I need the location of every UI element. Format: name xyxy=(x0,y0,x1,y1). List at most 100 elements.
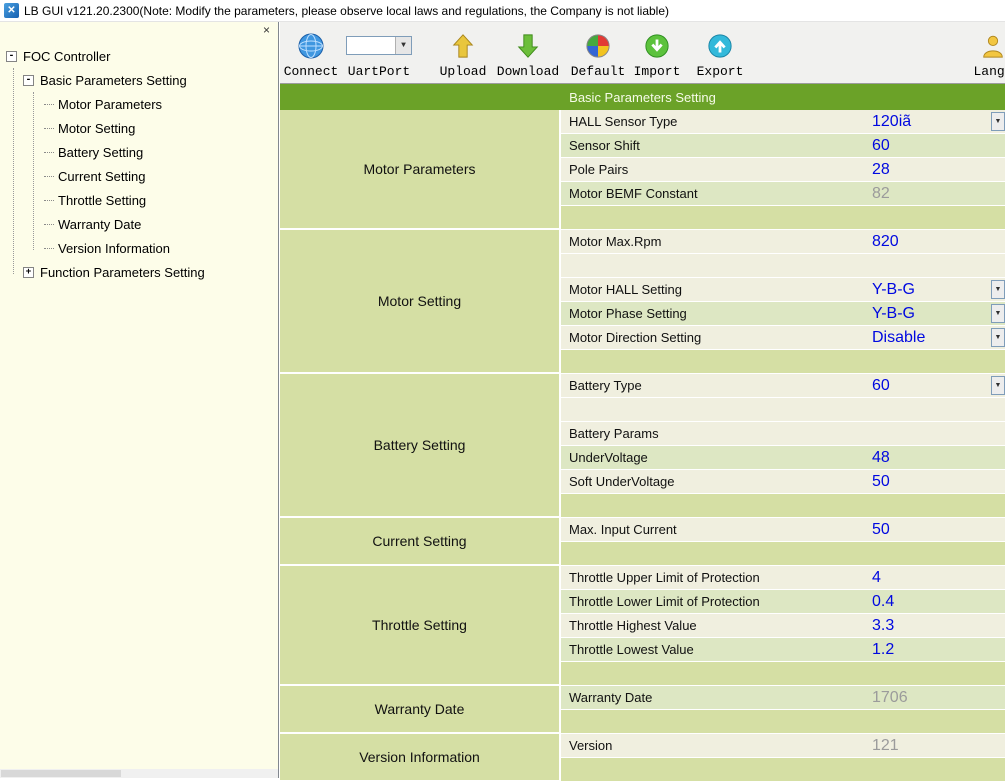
param-row-motor-direction-setting: Motor Direction Setting Disable ▼ xyxy=(561,326,1005,350)
connect-button[interactable]: Connect xyxy=(282,28,340,79)
dropdown-arrow-icon[interactable]: ▼ xyxy=(991,280,1005,299)
spacer-row xyxy=(561,758,1005,782)
export-label: Export xyxy=(697,64,744,79)
param-value[interactable]: Y-B-G xyxy=(872,278,915,301)
scrollbar-thumb[interactable] xyxy=(1,770,121,777)
spacer-row xyxy=(561,206,1005,230)
blank-row xyxy=(561,398,1005,422)
dropdown-arrow-icon[interactable]: ▼ xyxy=(991,304,1005,323)
param-value[interactable]: 60 xyxy=(872,134,890,157)
param-row-motor-hall-setting: Motor HALL Setting Y-B-G ▼ xyxy=(561,278,1005,302)
connect-icon xyxy=(297,28,325,64)
import-button[interactable]: Import xyxy=(628,28,686,79)
param-label: Battery Params xyxy=(569,426,659,441)
tree-item-battery-setting[interactable]: Battery Setting xyxy=(0,140,278,164)
tree-item-throttle-setting[interactable]: Throttle Setting xyxy=(0,188,278,212)
tree-item-function-parameters[interactable]: + Function Parameters Setting xyxy=(0,260,278,284)
export-button[interactable]: Export xyxy=(691,28,749,79)
default-button[interactable]: Default xyxy=(566,28,630,79)
download-button[interactable]: Download xyxy=(494,28,562,79)
tree-label: Throttle Setting xyxy=(58,193,146,208)
param-value[interactable]: 0.4 xyxy=(872,590,894,613)
param-value[interactable]: 820 xyxy=(872,230,899,253)
table-header: Basic Parameters Setting xyxy=(280,84,1005,110)
param-row-motor-max-rpm: Motor Max.Rpm 820 xyxy=(561,230,1005,254)
tree-item-foc-controller[interactable]: - FOC Controller xyxy=(0,44,278,68)
dropdown-arrow-icon[interactable]: ▼ xyxy=(991,328,1005,347)
tree-item-version-information[interactable]: Version Information xyxy=(0,236,278,260)
tree-item-warranty-date[interactable]: Warranty Date xyxy=(0,212,278,236)
spacer-row xyxy=(561,662,1005,686)
param-label: Version xyxy=(569,738,612,753)
param-label: Pole Pairs xyxy=(569,162,628,177)
section-throttle-setting: Throttle Setting Throttle Upper Limit of… xyxy=(280,566,1005,686)
collapse-icon[interactable]: - xyxy=(6,51,17,62)
export-icon xyxy=(707,28,733,64)
upload-label: Upload xyxy=(440,64,487,79)
param-row-throttle-lower-limit: Throttle Lower Limit of Protection 0.4 xyxy=(561,590,1005,614)
category-motor-setting: Motor Setting xyxy=(280,230,561,374)
param-value[interactable]: 48 xyxy=(872,446,890,469)
tree-branch-line xyxy=(44,224,54,225)
expand-icon[interactable]: + xyxy=(23,267,34,278)
param-value[interactable]: 4 xyxy=(872,566,881,589)
param-row-sensor-shift: Sensor Shift 60 xyxy=(561,134,1005,158)
tree-item-motor-parameters[interactable]: Motor Parameters xyxy=(0,92,278,116)
section-version-information: Version Information Version 121 xyxy=(280,734,1005,782)
sidebar-scrollbar[interactable] xyxy=(0,769,278,778)
upload-button[interactable]: Upload xyxy=(432,28,494,79)
tree-label: Version Information xyxy=(58,241,170,256)
tree: - FOC Controller - Basic Parameters Sett… xyxy=(0,40,278,284)
param-value[interactable]: Y-B-G xyxy=(872,302,915,325)
tree-item-motor-setting[interactable]: Motor Setting xyxy=(0,116,278,140)
param-label: Soft UnderVoltage xyxy=(569,474,675,489)
param-label: Throttle Highest Value xyxy=(569,618,697,633)
tree-item-basic-parameters[interactable]: - Basic Parameters Setting xyxy=(0,68,278,92)
tree-branch-line xyxy=(44,128,54,129)
tree-branch-line xyxy=(44,248,54,249)
category-battery-setting: Battery Setting xyxy=(280,374,561,518)
app-icon: ✕ xyxy=(4,3,19,18)
param-label: Motor BEMF Constant xyxy=(569,186,698,201)
param-label: Throttle Upper Limit of Protection xyxy=(569,570,760,585)
param-value[interactable]: 28 xyxy=(872,158,890,181)
dropdown-arrow-icon[interactable]: ▼ xyxy=(991,376,1005,395)
param-value-readonly: 82 xyxy=(872,182,890,205)
chevron-down-icon[interactable]: ▼ xyxy=(395,37,411,54)
titlebar: ✕ LB GUI v121.20.2300(Note: Modify the p… xyxy=(0,0,1005,22)
param-value[interactable]: 3.3 xyxy=(872,614,894,637)
tree-label: Basic Parameters Setting xyxy=(40,73,187,88)
category-warranty-date: Warranty Date xyxy=(280,686,561,734)
param-value[interactable]: 1.2 xyxy=(872,638,894,661)
tree-label: Function Parameters Setting xyxy=(40,265,205,280)
uartport-select[interactable]: ▼ xyxy=(346,36,412,55)
param-row-pole-pairs: Pole Pairs 28 xyxy=(561,158,1005,182)
download-label: Download xyxy=(497,64,559,79)
param-label: Motor Max.Rpm xyxy=(569,234,661,249)
category-throttle-setting: Throttle Setting xyxy=(280,566,561,686)
import-icon xyxy=(644,28,670,64)
tree-label: Battery Setting xyxy=(58,145,143,160)
tree-branch-line xyxy=(44,104,54,105)
category-current-setting: Current Setting xyxy=(280,518,561,566)
param-row-hall-sensor-type: HALL Sensor Type 120iã ▼ xyxy=(561,110,1005,134)
language-button[interactable]: Langu xyxy=(964,28,1005,79)
tree-branch-line xyxy=(44,152,54,153)
connect-label: Connect xyxy=(284,64,339,79)
import-label: Import xyxy=(634,64,681,79)
param-value[interactable]: 60 xyxy=(872,374,890,397)
param-row-undervoltage: UnderVoltage 48 xyxy=(561,446,1005,470)
param-value[interactable]: Disable xyxy=(872,326,925,349)
dropdown-arrow-icon[interactable]: ▼ xyxy=(991,112,1005,131)
param-value[interactable]: 50 xyxy=(872,518,890,541)
spacer-row xyxy=(561,494,1005,518)
tree-item-current-setting[interactable]: Current Setting xyxy=(0,164,278,188)
collapse-icon[interactable]: - xyxy=(23,75,34,86)
sidebar: × - FOC Controller - Basic Parameters Se… xyxy=(0,22,279,778)
param-value[interactable]: 120iã xyxy=(872,110,911,133)
param-label: Motor Phase Setting xyxy=(569,306,687,321)
language-label: Langu xyxy=(973,64,1005,79)
section-motor-parameters: Motor Parameters HALL Sensor Type 120iã … xyxy=(280,110,1005,230)
param-value[interactable]: 50 xyxy=(872,470,890,493)
close-icon[interactable]: × xyxy=(263,23,270,37)
